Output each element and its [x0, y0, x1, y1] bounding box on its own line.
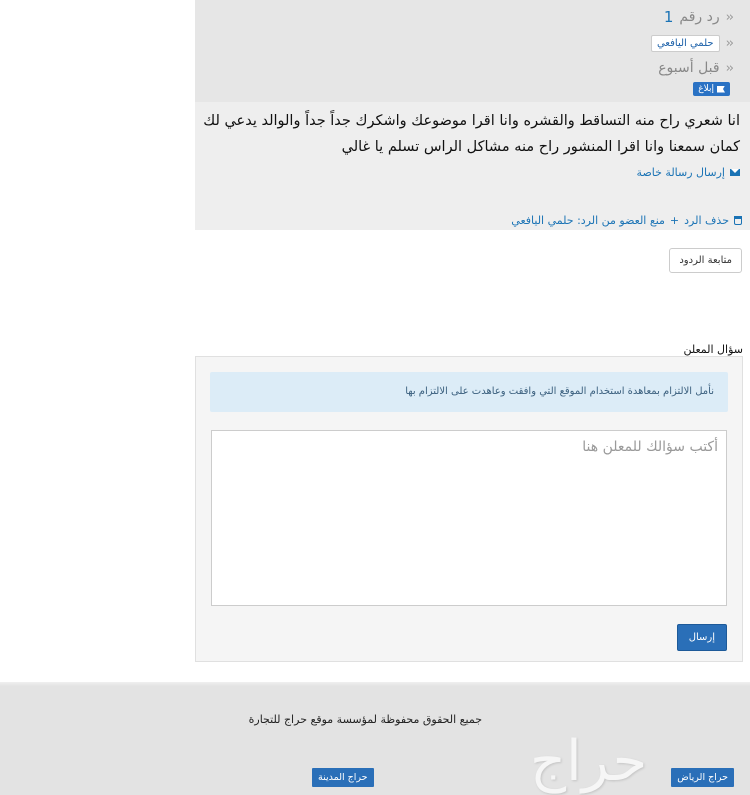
footer: جميع الحقوق محفوظة لمؤسسة موقع حراج للتج…	[0, 682, 750, 795]
chevrons-icon: ‹‹	[725, 9, 735, 25]
envelope-icon	[730, 169, 740, 176]
ban-member-link[interactable]: منع العضو من الرد: حلمي اليافعي	[511, 214, 665, 227]
question-panel: نأمل الالتزام بمعاهدة استخدام الموقع الت…	[195, 356, 743, 662]
report-label: إبلاغ	[698, 84, 714, 94]
moderation-actions: حذف الرد + منع العضو من الرد: حلمي الياف…	[511, 214, 742, 227]
send-button[interactable]: إرسال	[676, 624, 727, 651]
terms-notice: نأمل الالتزام بمعاهدة استخدام الموقع الت…	[210, 372, 728, 412]
delete-reply-link[interactable]: حذف الرد	[684, 214, 729, 227]
flag-icon	[717, 85, 725, 93]
city-button-riyadh[interactable]: حراج الرياض	[671, 768, 734, 787]
copyright-text: جميع الحقوق محفوظة لمؤسسة موقع حراج للتج…	[248, 713, 482, 726]
question-input[interactable]	[211, 430, 727, 606]
reply-author[interactable]: حلمي اليافعي	[650, 35, 720, 52]
reply-comment: انا شعري راح منه التساقط والقشره وانا اق…	[203, 113, 740, 155]
reply-author-row: ‹‹ حلمي اليافعي	[650, 35, 735, 52]
private-message-link[interactable]: إرسال رسالة خاصة	[637, 166, 740, 179]
reply-number-row: ‹‹ رد رقم 1	[664, 8, 735, 26]
plus-separator: +	[669, 214, 680, 227]
follow-replies-button[interactable]: متابعة الردود	[669, 248, 742, 273]
question-label: سؤال المعلن	[683, 343, 743, 356]
reply-time: قبل أسبوع	[658, 60, 720, 76]
reply-number[interactable]: 1	[664, 8, 674, 26]
report-button[interactable]: إبلاغ	[693, 82, 730, 96]
chevrons-icon: ‹‹	[725, 60, 735, 76]
reply-number-label: رد رقم	[679, 9, 720, 25]
chevrons-icon: ‹‹	[725, 36, 735, 51]
reply-meta: ‹‹ رد رقم 1 ‹‹ حلمي اليافعي ‹‹ قبل أسبوع…	[195, 0, 750, 102]
footer-edge	[0, 682, 750, 686]
reply-card: ‹‹ رد رقم 1 ‹‹ حلمي اليافعي ‹‹ قبل أسبوع…	[195, 0, 750, 230]
city-button-madinah[interactable]: حراج المدينة	[312, 768, 374, 787]
haraj-logo: حراج	[530, 729, 649, 794]
reply-time-row: ‹‹ قبل أسبوع	[658, 60, 735, 76]
private-message-label: إرسال رسالة خاصة	[636, 166, 725, 179]
trash-icon	[734, 216, 742, 225]
